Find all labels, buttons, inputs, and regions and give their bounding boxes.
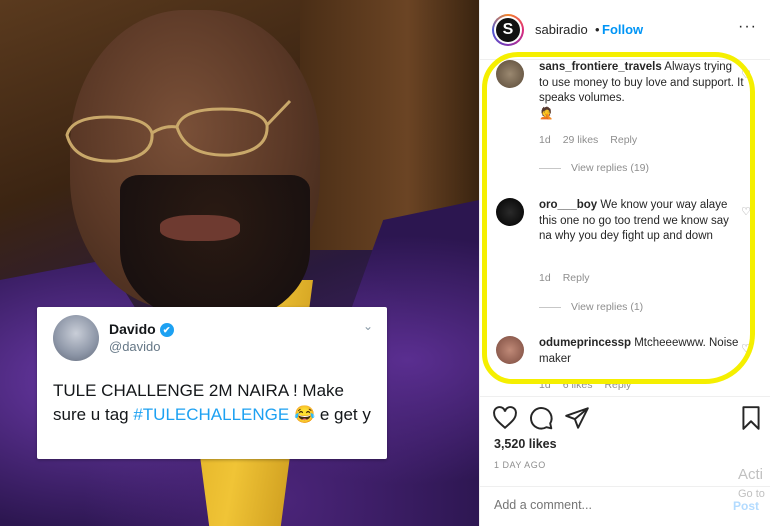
comment-meta: 1d 6 likes Reply	[539, 379, 643, 391]
activate-watermark-sub: Go to	[738, 488, 765, 500]
comment-username[interactable]: odumeprincessp	[539, 337, 631, 349]
more-options-icon[interactable]: ···	[738, 18, 757, 36]
add-comment-input[interactable]	[494, 498, 694, 512]
comment-username[interactable]: oro___boy	[539, 199, 597, 211]
tweet-card: Davido ✔ @davido ⌄ TULE CHALLENGE 2M NAIR…	[37, 307, 387, 459]
person-beard	[120, 175, 310, 325]
bookmark-icon[interactable]	[738, 405, 764, 431]
tweet-name: Davido	[109, 321, 156, 337]
divider	[539, 306, 561, 308]
chevron-down-icon: ⌄	[362, 319, 373, 333]
comment-meta: 1d 29 likes Reply	[539, 134, 649, 146]
comment-avatar[interactable]	[496, 336, 524, 364]
tweet-text: TULE CHALLENGE 2M NAIRA ! Make sure u ta…	[53, 379, 378, 427]
profile-avatar[interactable]: S	[492, 14, 524, 46]
comment-likes[interactable]: 29 likes	[563, 134, 599, 146]
comment-username[interactable]: sans_frontiere_travels	[539, 61, 662, 73]
activate-watermark: Acti	[738, 466, 764, 483]
heart-icon[interactable]: ♡	[741, 342, 751, 355]
heart-icon[interactable]: ♡	[741, 205, 751, 218]
tweet-emoji: 😂	[293, 405, 316, 424]
divider	[539, 167, 561, 169]
verified-icon: ✔	[159, 323, 174, 338]
view-replies-button[interactable]: View replies (19)	[539, 162, 649, 174]
comment-text: odumeprincessp Mtcheeewww. Noise maker	[539, 336, 744, 367]
comment-text: oro___boy We know your way alaye this on…	[539, 198, 744, 245]
tweet-handle: @davido	[109, 339, 161, 354]
tweet-text-end: e get y	[315, 405, 371, 424]
add-comment-bar: Post	[480, 486, 770, 526]
post-header: S sabiradio • Follow ···	[480, 0, 770, 60]
sabiradio-logo-icon: S	[496, 18, 520, 42]
reply-button[interactable]: Reply	[563, 272, 590, 284]
tweet-name-row: Davido ✔	[109, 321, 174, 338]
comment-emoji: 🤦	[539, 107, 554, 120]
comment-meta: 1d Reply	[539, 272, 602, 284]
comment-icon[interactable]	[528, 405, 554, 431]
profile-avatar-ring: S	[494, 16, 522, 44]
share-icon[interactable]	[564, 405, 590, 431]
view-replies-label: View replies (1)	[571, 301, 644, 313]
heart-icon[interactable]: ♡	[741, 68, 751, 81]
post-actions: 3,520 likes 1 DAY AGO	[480, 396, 770, 486]
comment-time: 1d	[539, 272, 551, 284]
view-replies-button[interactable]: View replies (1)	[539, 301, 643, 313]
comment-time: 1d	[539, 379, 551, 391]
tweet-avatar	[53, 315, 99, 361]
heart-icon[interactable]	[492, 405, 518, 431]
comment-time: 1d	[539, 134, 551, 146]
post-panel: S sabiradio • Follow ··· sans_frontiere_…	[479, 0, 770, 526]
post-button[interactable]: Post	[733, 499, 759, 513]
comment-avatar[interactable]	[496, 198, 524, 226]
reply-button[interactable]: Reply	[604, 379, 631, 391]
likes-count[interactable]: 3,520 likes	[494, 437, 557, 451]
comment-avatar[interactable]	[496, 60, 524, 88]
reply-button[interactable]: Reply	[610, 134, 637, 146]
glasses-icon	[65, 99, 292, 163]
view-replies-label: View replies (19)	[571, 162, 650, 174]
comment-likes[interactable]: 6 likes	[563, 379, 593, 391]
comments-list[interactable]: sans_frontiere_travels Always trying to …	[480, 60, 770, 396]
post-image[interactable]: Davido ✔ @davido ⌄ TULE CHALLENGE 2M NAIR…	[0, 0, 479, 526]
comment-text: sans_frontiere_travels Always trying to …	[539, 60, 744, 122]
post-date: 1 DAY AGO	[494, 460, 546, 470]
person-mouth	[160, 215, 240, 241]
tweet-hashtag: #TULECHALLENGE	[133, 405, 290, 424]
header-dot: •	[595, 22, 600, 37]
follow-button[interactable]: Follow	[602, 22, 643, 37]
header-username[interactable]: sabiradio	[535, 22, 588, 37]
